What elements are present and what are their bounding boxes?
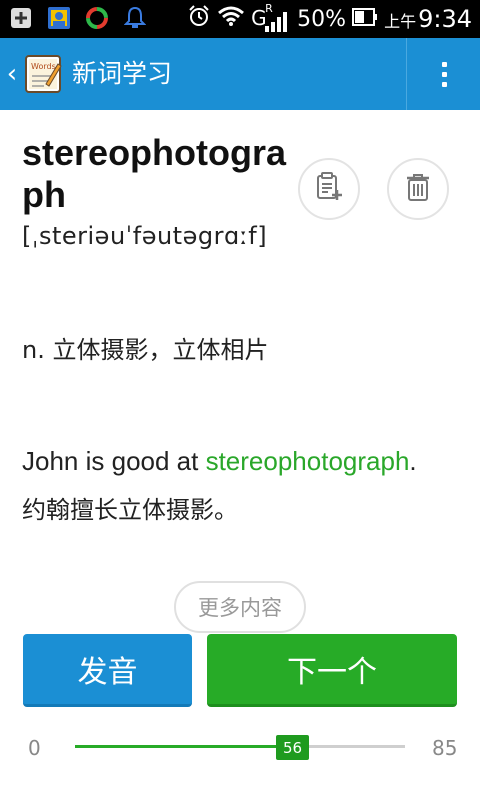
chevron-left-icon: ‹ <box>6 59 18 89</box>
svg-text:Words: Words <box>31 62 56 71</box>
signal-icon: G R <box>251 2 291 34</box>
example-highlight: stereophotograph <box>205 446 410 476</box>
clock: 9:34 <box>418 5 472 33</box>
next-word-button[interactable]: 下一个 <box>207 634 457 707</box>
sync-icon <box>84 5 110 31</box>
battery-icon <box>352 7 378 32</box>
progress-max-label: 85 <box>432 736 458 760</box>
add-to-notebook-button[interactable] <box>298 158 360 220</box>
overflow-menu-icon[interactable] <box>408 38 480 110</box>
system-status: G R 50% 上午9:34 <box>187 0 472 38</box>
wifi-icon <box>217 5 245 33</box>
word-notebook-logo-icon: Words <box>24 54 64 94</box>
example-prefix: John is good at <box>22 446 206 476</box>
notification-icons <box>8 5 148 31</box>
notebook-add-icon <box>314 172 344 206</box>
ampm-label: 上午 <box>384 12 417 31</box>
pronounce-button[interactable]: 发音 <box>23 634 192 707</box>
action-bar-divider <box>406 38 407 110</box>
add-icon <box>8 5 34 31</box>
battery-percent: 50% <box>297 6 347 32</box>
word-headword: stereophotograph <box>22 132 287 215</box>
word-definition: n. 立体摄影，立体相片 <box>22 336 269 364</box>
notification-bell-icon <box>122 5 148 31</box>
example-sentence: John is good at stereophotograph. <box>22 446 417 477</box>
word-phonetic: [ˌsteriəuˈfəutəgrɑːf] <box>22 222 268 250</box>
alarm-icon <box>187 4 211 34</box>
progress-min-label: 0 <box>28 736 41 760</box>
action-bar: ‹ Words 新词学习 <box>0 38 480 110</box>
screen-title: 新词学习 <box>72 59 173 88</box>
status-bar: G R 50% 上午9:34 <box>0 0 480 38</box>
progress-slider[interactable] <box>75 745 405 748</box>
trash-icon <box>404 172 432 206</box>
contacts-app-icon <box>46 5 72 31</box>
progress-fill <box>75 745 293 748</box>
example-translation: 约翰擅长立体摄影。 <box>22 496 238 524</box>
delete-word-button[interactable] <box>387 158 449 220</box>
example-suffix: . <box>409 446 417 476</box>
progress-thumb[interactable]: 56 <box>276 735 309 760</box>
more-content-button[interactable]: 更多内容 <box>174 581 306 633</box>
